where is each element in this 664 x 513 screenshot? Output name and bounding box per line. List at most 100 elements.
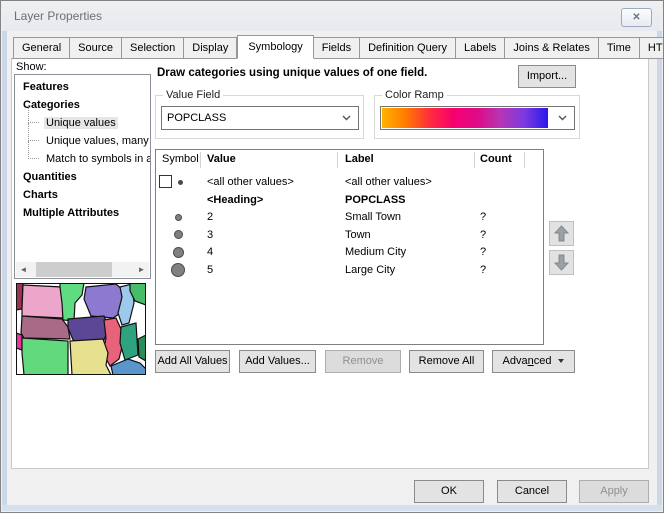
symbology-tab-page: Show: FeaturesCategoriesUnique valuesUni… xyxy=(11,58,649,469)
tab-joins-relates[interactable]: Joins & Relates xyxy=(505,37,598,59)
scrollbar-thumb[interactable] xyxy=(36,262,112,277)
value-cell: 5 xyxy=(207,261,213,279)
map-region xyxy=(138,335,146,361)
map-preview-thumbnail xyxy=(16,283,146,375)
table-row[interactable]: 4 Medium City? xyxy=(156,243,543,261)
close-button[interactable]: ✕ xyxy=(621,8,652,27)
ok-button[interactable]: OK xyxy=(414,480,484,503)
point-symbol-icon xyxy=(174,230,183,239)
advanced-button[interactable]: Advanced xyxy=(492,350,575,373)
show-item-charts[interactable]: Charts xyxy=(15,186,150,204)
column-header-value: Value xyxy=(207,153,236,165)
tab-html-popup[interactable]: HTML Popup xyxy=(640,37,664,59)
value-cell: 3 xyxy=(207,226,213,244)
tab-time[interactable]: Time xyxy=(599,37,640,59)
tab-fields[interactable]: Fields xyxy=(314,37,360,59)
point-symbol-icon xyxy=(178,180,183,185)
chevron-down-icon xyxy=(342,115,351,121)
value-field-dropdown[interactable]: POPCLASS xyxy=(161,106,359,130)
symbol-cell xyxy=(156,173,200,191)
show-item-label: Features xyxy=(23,81,69,93)
table-row[interactable]: 3 Town? xyxy=(156,226,543,244)
move-down-button[interactable] xyxy=(549,250,574,275)
remove-all-button[interactable]: Remove All xyxy=(409,350,484,373)
tab-definition-query[interactable]: Definition Query xyxy=(360,37,456,59)
column-header-label: Label xyxy=(345,153,374,165)
arrow-up-icon xyxy=(554,225,569,242)
window-frame-right xyxy=(657,31,662,511)
color-ramp-swatch xyxy=(382,108,548,128)
point-symbol-icon xyxy=(171,263,185,277)
show-item-label: Quantities xyxy=(23,171,77,183)
scroll-left-arrow-icon[interactable]: ◄ xyxy=(16,262,31,277)
window-frame-bottom xyxy=(2,505,662,511)
scroll-right-arrow-icon[interactable]: ► xyxy=(134,262,149,277)
show-item-features[interactable]: Features xyxy=(15,78,150,96)
show-item-multiple-attributes[interactable]: Multiple Attributes xyxy=(15,204,150,222)
show-item-quantities[interactable]: Quantities xyxy=(15,168,150,186)
apply-button[interactable]: Apply xyxy=(579,480,649,503)
add-values-button[interactable]: Add Values... xyxy=(239,350,316,373)
show-item-match-to-symbols-in-a[interactable]: Match to symbols in a xyxy=(15,150,150,168)
color-ramp-label: Color Ramp xyxy=(382,89,447,101)
title-bar[interactable]: Layer Properties ✕ xyxy=(2,1,662,31)
tab-general[interactable]: General xyxy=(13,37,70,59)
cancel-button[interactable]: Cancel xyxy=(497,480,567,503)
column-separator xyxy=(474,152,475,168)
symbol-cell xyxy=(156,243,200,261)
table-row[interactable]: <Heading> POPCLASS xyxy=(156,191,543,209)
window-frame-left xyxy=(2,31,7,511)
move-up-button[interactable] xyxy=(549,221,574,246)
label-cell: Medium City xyxy=(345,243,406,261)
horizontal-scrollbar[interactable]: ◄ ► xyxy=(16,262,149,277)
point-symbol-icon xyxy=(175,214,182,221)
count-cell: ? xyxy=(480,208,486,226)
window-title: Layer Properties xyxy=(14,9,102,23)
show-item-label: Unique values xyxy=(44,117,118,129)
tab-symbology[interactable]: Symbology xyxy=(237,35,313,59)
label-cell: POPCLASS xyxy=(345,191,406,209)
point-symbol-icon xyxy=(173,247,184,258)
map-region xyxy=(21,316,70,339)
value-cell: 2 xyxy=(207,208,213,226)
column-separator xyxy=(524,152,525,168)
method-description: Draw categories using unique values of o… xyxy=(157,67,427,79)
show-listbox[interactable]: FeaturesCategoriesUnique valuesUnique va… xyxy=(14,74,151,279)
value-field-selected: POPCLASS xyxy=(167,112,226,124)
show-item-label: Match to symbols in a xyxy=(44,153,151,165)
table-row[interactable]: 2Small Town? xyxy=(156,208,543,226)
value-cell: <all other values> xyxy=(207,173,294,191)
dropdown-caret-icon xyxy=(558,359,564,363)
add-all-values-button[interactable]: Add All Values xyxy=(155,350,230,373)
symbol-value-table[interactable]: SymbolValueLabelCount<all other values><… xyxy=(155,149,544,345)
tab-selection[interactable]: Selection xyxy=(122,37,184,59)
show-item-label: Charts xyxy=(23,189,58,201)
value-field-label: Value Field xyxy=(163,89,223,101)
column-header-symbol: Symbol xyxy=(162,153,199,165)
remove-button[interactable]: Remove xyxy=(325,350,401,373)
arrow-down-icon xyxy=(554,254,569,271)
symbol-cell xyxy=(156,261,200,279)
import-button[interactable]: Import... xyxy=(518,65,576,88)
tab-strip: GeneralSourceSelectionDisplaySymbologyFi… xyxy=(13,37,664,59)
map-region xyxy=(68,316,109,342)
label-cell: Large City xyxy=(345,261,395,279)
column-separator xyxy=(337,152,338,168)
label-cell: Town xyxy=(345,226,371,244)
count-cell: ? xyxy=(480,226,486,244)
count-cell: ? xyxy=(480,243,486,261)
tab-source[interactable]: Source xyxy=(70,37,122,59)
table-row[interactable]: 5Large City? xyxy=(156,261,543,279)
chevron-down-icon xyxy=(558,115,567,121)
map-region xyxy=(70,339,111,375)
value-field-group: Value Field POPCLASS xyxy=(155,95,364,139)
value-cell: <Heading> xyxy=(207,191,263,209)
all-other-values-checkbox[interactable] xyxy=(159,175,172,188)
table-row[interactable]: <all other values><all other values> xyxy=(156,173,543,191)
color-ramp-dropdown[interactable] xyxy=(380,106,575,130)
close-icon: ✕ xyxy=(632,12,640,23)
tab-labels[interactable]: Labels xyxy=(456,37,505,59)
value-cell: 4 xyxy=(207,243,213,261)
tab-display[interactable]: Display xyxy=(184,37,237,59)
symbol-cell xyxy=(156,208,200,226)
